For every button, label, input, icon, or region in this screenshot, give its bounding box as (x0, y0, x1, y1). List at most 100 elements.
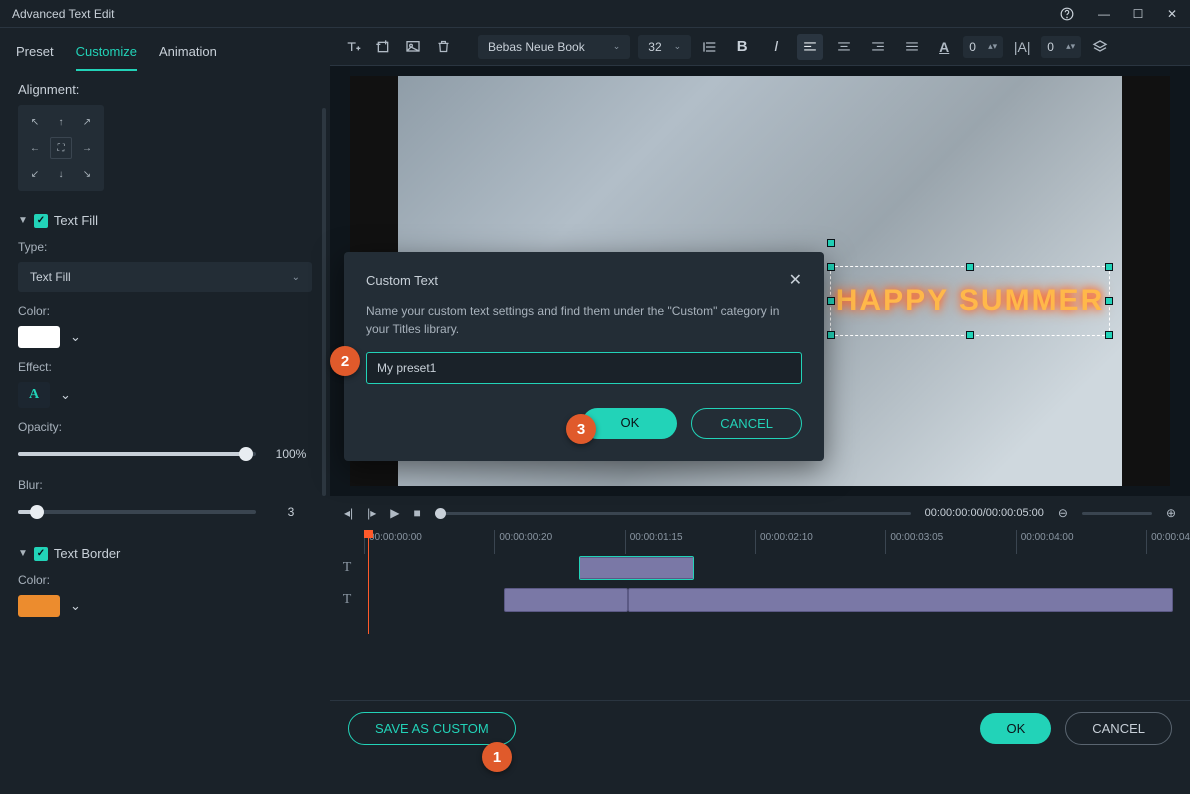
zoom-slider[interactable] (1082, 512, 1152, 515)
align-center-button[interactable] (831, 34, 857, 60)
alignment-grid[interactable]: ↖ ↑ ↗ ← ⛶ → ↙ ↓ ↘ (18, 105, 104, 191)
align-bc-icon[interactable]: ↓ (50, 163, 72, 185)
stop-icon[interactable]: ■ (414, 506, 421, 520)
color-label: Color: (18, 304, 312, 318)
help-icon[interactable] (1060, 7, 1080, 21)
zoom-in-icon[interactable]: ⊕ (1166, 506, 1176, 520)
window-title: Advanced Text Edit (8, 7, 1060, 21)
clip-happy-summer[interactable]: Happy Summer (579, 556, 695, 580)
color-swatch-fill[interactable] (18, 326, 60, 348)
opacity-slider[interactable] (18, 452, 256, 456)
alignment-label: Alignment: (18, 82, 312, 97)
text-fill-header: Text Fill (54, 213, 98, 228)
save-as-custom-button[interactable]: SAVE AS CUSTOM (348, 712, 516, 745)
track-row[interactable]: T Happy Summer (330, 554, 1190, 582)
font-select[interactable]: Bebas Neue Book⌄ (478, 35, 630, 59)
align-justify-button[interactable] (899, 34, 925, 60)
align-tr-icon[interactable]: ↗ (76, 111, 98, 133)
align-right-button[interactable] (865, 34, 891, 60)
border-color-label: Color: (18, 573, 312, 587)
text-color-icon[interactable]: A (933, 36, 955, 58)
italic-button[interactable]: I (763, 34, 789, 60)
type-label: Type: (18, 240, 312, 254)
line-height-icon[interactable] (699, 36, 721, 58)
sidebar: Alignment: ↖ ↑ ↗ ← ⛶ → ↙ ↓ ↘ ▼ Text Fill… (0, 28, 330, 756)
annotation-badge-2: 2 (330, 346, 360, 376)
maximize-icon[interactable]: ☐ (1128, 7, 1148, 21)
align-bl-icon[interactable]: ↙ (24, 163, 46, 185)
zoom-out-icon[interactable]: ⊖ (1058, 506, 1068, 520)
align-left-button[interactable] (797, 34, 823, 60)
titlebar: Advanced Text Edit — ☐ ✕ (0, 0, 1190, 28)
effect-label: Effect: (18, 360, 312, 374)
playback-bar: ◂| |▸ ▶ ■ 00:00:00:00/00:00:05:00 ⊖ ⊕ (330, 496, 1190, 530)
layers-icon[interactable] (1089, 36, 1111, 58)
crop-icon[interactable] (372, 36, 394, 58)
align-tl-icon[interactable]: ↖ (24, 111, 46, 133)
chevron-down-icon: ⌄ (292, 272, 300, 283)
chevron-down-icon[interactable]: ⌄ (70, 329, 81, 345)
timeline-ruler[interactable]: 00:00:00:00 00:00:00:20 00:00:01:15 00:0… (330, 530, 1190, 554)
image-icon[interactable] (402, 36, 424, 58)
type-value: Text Fill (30, 270, 71, 284)
annotation-badge-1: 1 (482, 742, 512, 772)
step-fwd-icon[interactable]: |▸ (367, 506, 376, 520)
close-icon[interactable]: ✕ (1162, 7, 1182, 21)
ok-button[interactable]: OK (980, 713, 1051, 744)
opacity-label: Opacity: (18, 420, 312, 434)
clip-secondary-2[interactable] (628, 588, 1173, 612)
timecode: 00:00:00:00/00:00:05:00 (925, 507, 1044, 519)
opacity-value: 100% (270, 447, 312, 461)
chevron-down-icon[interactable]: ⌄ (60, 387, 71, 403)
text-border-header: Text Border (54, 546, 120, 561)
align-mc-icon[interactable]: ⛶ (50, 137, 72, 159)
playhead[interactable] (368, 530, 369, 634)
add-text-icon[interactable] (342, 36, 364, 58)
chevron-down-icon[interactable]: ⌄ (70, 598, 81, 614)
text-border-checkbox[interactable] (34, 547, 48, 561)
text-track-icon: T (330, 592, 364, 608)
type-select[interactable]: Text Fill ⌄ (18, 262, 312, 292)
modal-description: Name your custom text settings and find … (366, 302, 802, 338)
scrollbar[interactable] (322, 108, 326, 496)
cancel-button[interactable]: CANCEL (1065, 712, 1172, 745)
blur-label: Blur: (18, 478, 312, 492)
kerning-icon[interactable]: |A| (1011, 36, 1033, 58)
text-fill-checkbox[interactable] (34, 214, 48, 228)
clip-secondary[interactable] (504, 588, 628, 612)
minimize-icon[interactable]: — (1094, 7, 1114, 21)
modal-cancel-button[interactable]: CANCEL (691, 408, 802, 439)
text-track-icon: T (330, 560, 364, 576)
caret-down-icon[interactable]: ▼ (18, 548, 28, 559)
bold-button[interactable]: B (729, 34, 755, 60)
align-tc-icon[interactable]: ↑ (50, 111, 72, 133)
top-toolbar: Bebas Neue Book⌄ 32⌄ B I A 0▴▾ |A| 0▴▾ (330, 28, 1190, 66)
blur-value: 3 (270, 505, 312, 519)
play-icon[interactable]: ▶ (390, 506, 399, 520)
text-selection[interactable]: HAPPY SUMMER (830, 266, 1110, 336)
font-value: Bebas Neue Book (488, 40, 585, 54)
letter-spacing-input[interactable]: 0▴▾ (963, 36, 1003, 58)
font-size-select[interactable]: 32⌄ (638, 35, 691, 59)
effect-select[interactable]: A (18, 382, 50, 408)
modal-title: Custom Text (366, 273, 438, 288)
align-br-icon[interactable]: ↘ (76, 163, 98, 185)
canvas-title-text[interactable]: HAPPY SUMMER (836, 284, 1104, 318)
annotation-badge-3: 3 (566, 414, 596, 444)
modal-ok-button[interactable]: OK (582, 408, 677, 439)
step-back-icon[interactable]: ◂| (344, 506, 353, 520)
playback-slider[interactable] (435, 512, 911, 515)
trash-icon[interactable] (432, 36, 454, 58)
modal-close-icon[interactable]: ✕ (789, 270, 802, 290)
font-size-value: 32 (648, 40, 661, 54)
preset-name-input[interactable] (366, 352, 802, 384)
align-ml-icon[interactable]: ← (24, 137, 46, 159)
kerning-input[interactable]: 0▴▾ (1041, 36, 1081, 58)
timeline: 00:00:00:00 00:00:00:20 00:00:01:15 00:0… (330, 530, 1190, 700)
blur-slider[interactable] (18, 510, 256, 514)
color-swatch-border[interactable] (18, 595, 60, 617)
caret-down-icon[interactable]: ▼ (18, 215, 28, 226)
align-mr-icon[interactable]: → (76, 137, 98, 159)
track-row[interactable]: T (330, 586, 1190, 614)
bottom-bar: SAVE AS CUSTOM OK CANCEL (330, 700, 1190, 756)
